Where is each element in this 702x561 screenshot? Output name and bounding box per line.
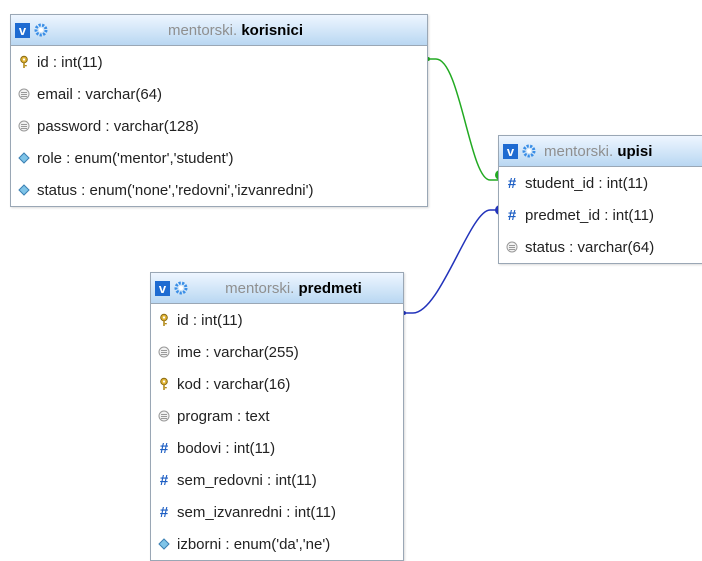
table-upisi[interactable]: v mentorski. upisi # student_id : int(11)… bbox=[498, 135, 702, 264]
key-icon bbox=[157, 313, 171, 327]
hash-icon: # bbox=[507, 174, 517, 192]
hash-icon: # bbox=[159, 503, 169, 521]
column-label: program : text bbox=[177, 407, 270, 425]
column-row[interactable]: program : text bbox=[151, 400, 403, 432]
column-label: id : int(11) bbox=[37, 53, 103, 71]
field-icon bbox=[505, 240, 519, 254]
column-label: bodovi : int(11) bbox=[177, 439, 276, 457]
hash-icon: # bbox=[507, 206, 517, 224]
table-name: korisnici bbox=[241, 21, 304, 39]
table-name: predmeti bbox=[298, 279, 362, 297]
field-icon bbox=[17, 119, 31, 133]
column-row[interactable]: izborni : enum('da','ne') bbox=[151, 528, 403, 560]
table-header[interactable]: v mentorski. predmeti bbox=[151, 273, 403, 304]
field-icon bbox=[157, 409, 171, 423]
column-row[interactable]: # sem_redovni : int(11) bbox=[151, 464, 403, 496]
column-label: sem_izvanredni : int(11) bbox=[177, 503, 336, 521]
enum-icon bbox=[17, 183, 31, 197]
hash-icon: # bbox=[159, 439, 169, 457]
relation-korisnici-upisi bbox=[427, 58, 500, 181]
table-header[interactable]: v mentorski. korisnici bbox=[11, 15, 427, 46]
db-name: mentorski. bbox=[167, 21, 238, 39]
column-row[interactable]: status : varchar(64) bbox=[499, 231, 702, 263]
enum-icon bbox=[17, 151, 31, 165]
key-icon bbox=[17, 55, 31, 69]
column-row[interactable]: # sem_izvanredni : int(11) bbox=[151, 496, 403, 528]
column-row[interactable]: kod : varchar(16) bbox=[151, 368, 403, 400]
hash-icon: # bbox=[159, 471, 169, 489]
table-predmeti[interactable]: v mentorski. predmeti id : int(11) ime : … bbox=[150, 272, 404, 561]
column-row[interactable]: # bodovi : int(11) bbox=[151, 432, 403, 464]
field-icon bbox=[157, 345, 171, 359]
column-label: status : enum('none','redovni','izvanred… bbox=[37, 181, 314, 199]
column-row[interactable]: status : enum('none','redovni','izvanred… bbox=[11, 174, 427, 206]
column-row[interactable]: # predmet_id : int(11) bbox=[499, 199, 702, 231]
column-row[interactable]: id : int(11) bbox=[151, 304, 403, 336]
column-label: student_id : int(11) bbox=[525, 174, 649, 192]
column-label: id : int(11) bbox=[177, 311, 243, 329]
db-name: mentorski. bbox=[225, 279, 295, 297]
column-row[interactable]: email : varchar(64) bbox=[11, 78, 427, 110]
toggle-icon[interactable]: v bbox=[15, 22, 30, 38]
table-title: mentorski. upisi bbox=[536, 143, 702, 160]
table-header[interactable]: v mentorski. upisi bbox=[499, 136, 702, 167]
column-row[interactable]: password : varchar(128) bbox=[11, 110, 427, 142]
toggle-icon[interactable]: v bbox=[503, 143, 518, 159]
enum-icon bbox=[157, 537, 171, 551]
relation-predmeti-upisi bbox=[403, 209, 500, 314]
column-row[interactable]: # student_id : int(11) bbox=[499, 167, 702, 199]
field-icon bbox=[17, 87, 31, 101]
column-label: sem_redovni : int(11) bbox=[177, 471, 317, 489]
gear-icon[interactable] bbox=[34, 23, 48, 37]
column-label: izborni : enum('da','ne') bbox=[177, 535, 331, 553]
gear-icon[interactable] bbox=[174, 281, 188, 295]
column-label: predmet_id : int(11) bbox=[525, 206, 654, 224]
column-row[interactable]: id : int(11) bbox=[11, 46, 427, 78]
column-label: role : enum('mentor','student') bbox=[37, 149, 234, 167]
toggle-icon[interactable]: v bbox=[155, 280, 170, 296]
gear-icon[interactable] bbox=[522, 144, 536, 158]
column-label: kod : varchar(16) bbox=[177, 375, 291, 393]
column-label: ime : varchar(255) bbox=[177, 343, 299, 361]
column-label: status : varchar(64) bbox=[525, 238, 655, 256]
db-name: mentorski. bbox=[544, 142, 614, 160]
column-row[interactable]: role : enum('mentor','student') bbox=[11, 142, 427, 174]
table-title: mentorski. predmeti bbox=[188, 280, 403, 297]
column-label: password : varchar(128) bbox=[37, 117, 199, 135]
table-korisnici[interactable]: v mentorski. korisnici id : int(11) email… bbox=[10, 14, 428, 207]
table-title: mentorski. korisnici bbox=[48, 22, 427, 39]
column-row[interactable]: ime : varchar(255) bbox=[151, 336, 403, 368]
table-name: upisi bbox=[617, 142, 653, 160]
key-icon bbox=[157, 377, 171, 391]
column-label: email : varchar(64) bbox=[37, 85, 163, 103]
